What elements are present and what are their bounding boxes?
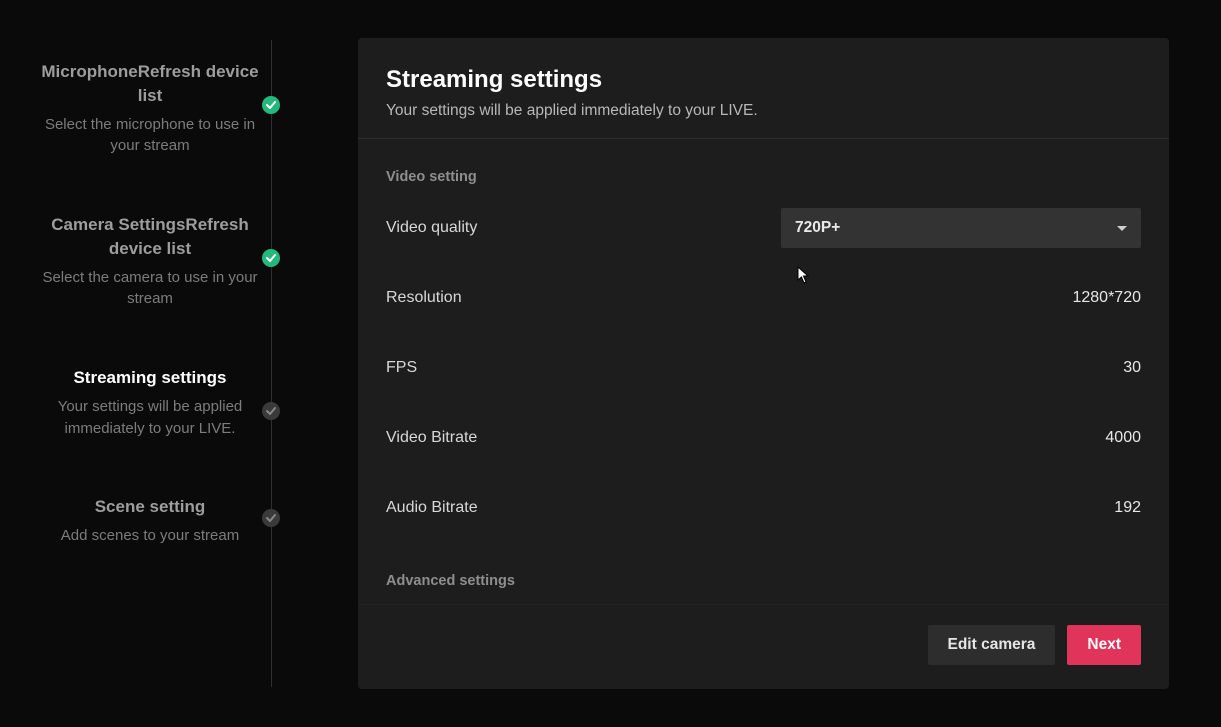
row-video-quality: Video quality 720P+ [386, 193, 1141, 263]
check-icon [262, 509, 280, 527]
streaming-settings-panel: Streaming settings Your settings will be… [358, 38, 1169, 689]
setting-value: 30 [1123, 359, 1141, 377]
setting-label: Audio Bitrate [386, 499, 478, 517]
video-quality-dropdown[interactable]: 720P+ [781, 208, 1141, 248]
step-scene[interactable]: Scene setting Add scenes to your stream [0, 495, 300, 547]
row-resolution: Resolution 1280*720 [386, 263, 1141, 333]
chevron-down-icon [1117, 226, 1127, 231]
setting-label: Video Bitrate [386, 429, 477, 447]
panel-subtitle: Your settings will be applied immediatel… [386, 102, 1141, 120]
step-subtitle: Select the microphone to use in your str… [40, 114, 260, 158]
step-camera[interactable]: Camera SettingsRefresh device list Selec… [0, 213, 300, 310]
edit-camera-button[interactable]: Edit camera [928, 625, 1056, 665]
next-button[interactable]: Next [1067, 625, 1141, 665]
step-microphone[interactable]: MicrophoneRefresh device list Select the… [0, 60, 300, 157]
setting-label: FPS [386, 359, 417, 377]
step-title: Streaming settings [40, 366, 260, 390]
row-audio-bitrate: Audio Bitrate 192 [386, 473, 1141, 543]
step-subtitle: Select the camera to use in your stream [40, 267, 260, 311]
section-advanced-label: Advanced settings [386, 573, 1141, 589]
panel-footer: Edit camera Next [358, 604, 1169, 689]
step-title: Camera SettingsRefresh device list [40, 213, 260, 261]
step-title: Scene setting [40, 495, 260, 519]
step-title: MicrophoneRefresh device list [40, 60, 260, 108]
row-video-bitrate: Video Bitrate 4000 [386, 403, 1141, 473]
row-fps: FPS 30 [386, 333, 1141, 403]
step-subtitle: Your settings will be applied immediatel… [40, 396, 260, 440]
check-icon [262, 249, 280, 267]
panel-header: Streaming settings Your settings will be… [358, 38, 1169, 139]
step-streaming[interactable]: Streaming settings Your settings will be… [0, 366, 300, 439]
setup-stepper: MicrophoneRefresh device list Select the… [0, 0, 300, 727]
panel-body[interactable]: Video setting Video quality 720P+ Resolu… [358, 139, 1169, 604]
video-quality-label: Video quality [386, 219, 477, 237]
setting-value: 192 [1114, 499, 1141, 517]
setting-value: 4000 [1105, 429, 1141, 447]
check-icon [262, 402, 280, 420]
panel-title: Streaming settings [386, 66, 1141, 94]
check-icon [262, 96, 280, 114]
setting-value: 1280*720 [1072, 289, 1141, 307]
setting-label: Resolution [386, 289, 462, 307]
step-subtitle: Add scenes to your stream [40, 525, 260, 547]
video-quality-value: 720P+ [795, 219, 840, 237]
section-video-label: Video setting [386, 169, 1141, 185]
